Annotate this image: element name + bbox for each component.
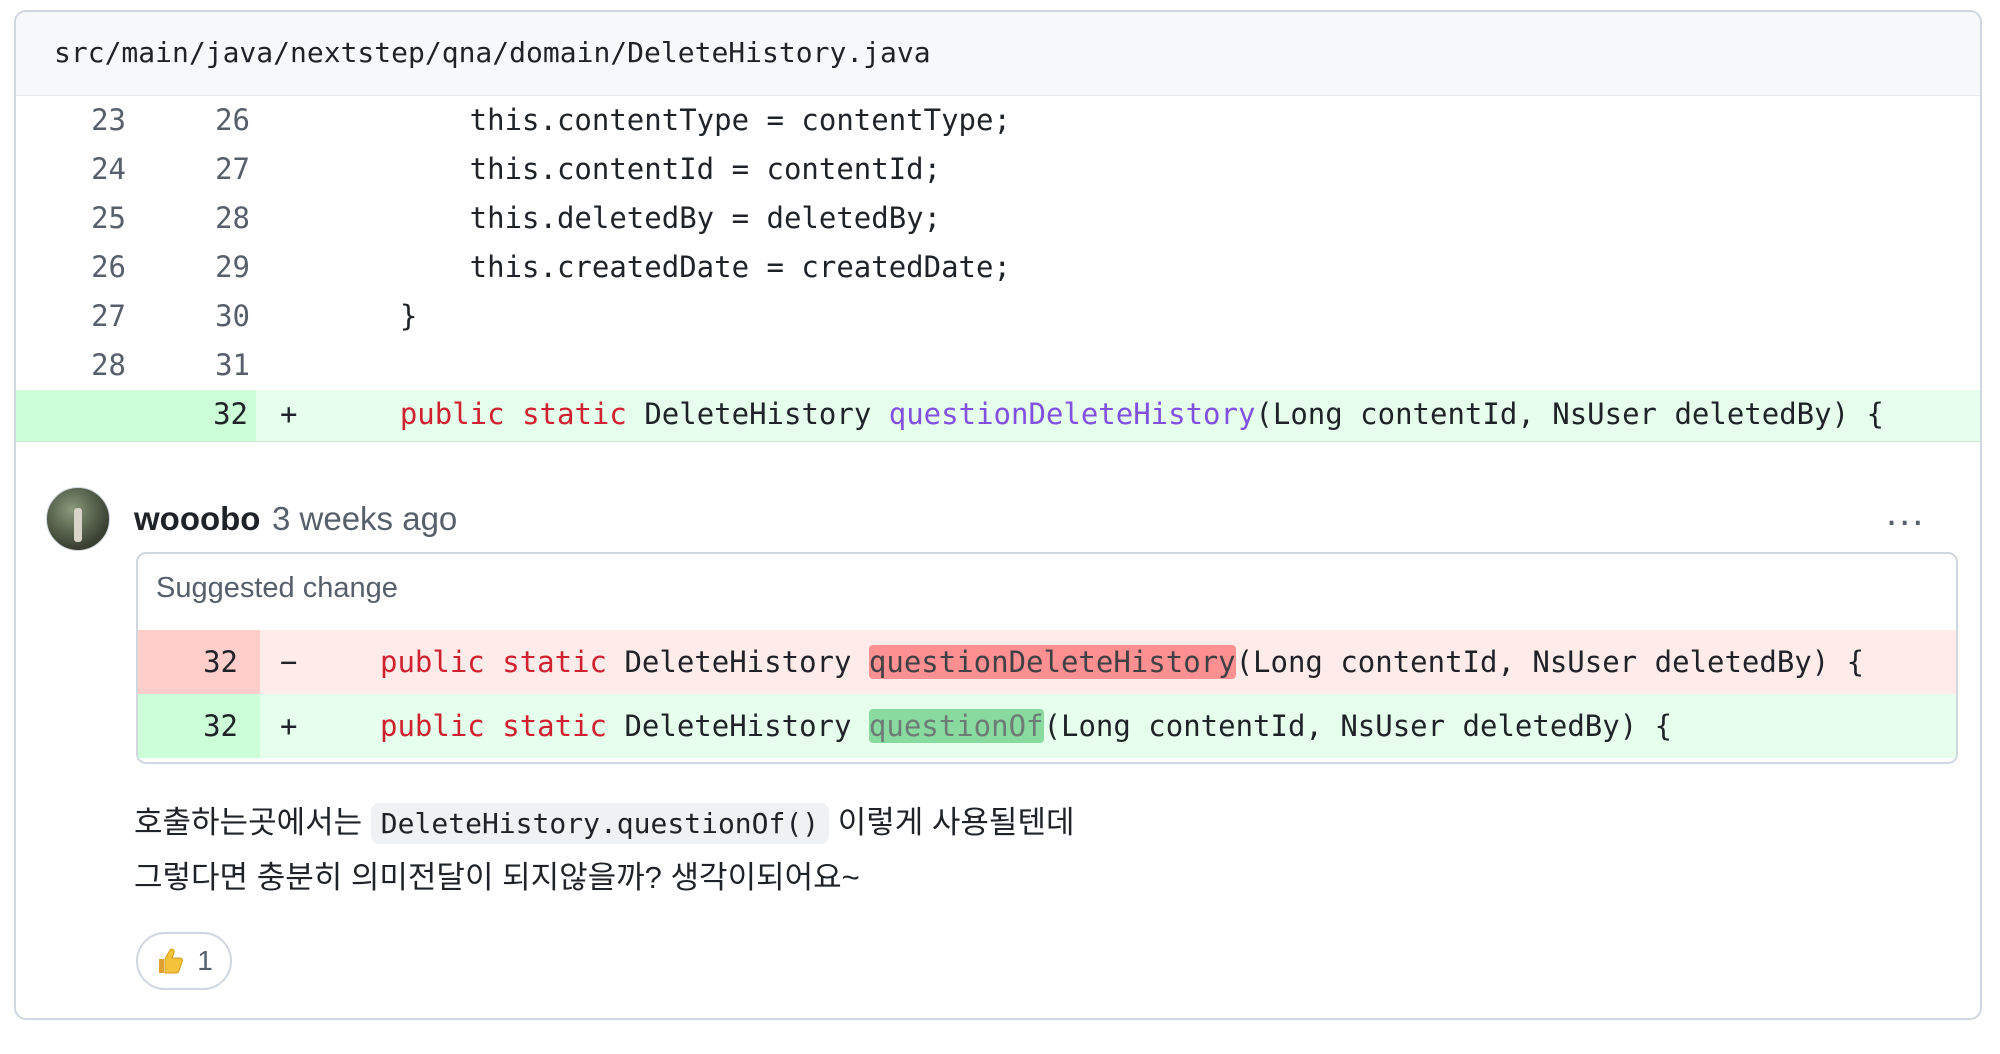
keyword: static (502, 645, 607, 679)
comment-text: 호출하는곳에서는 (134, 805, 363, 840)
diff-row: 24 27 this.contentId = contentId; (16, 145, 1980, 194)
code-line-added: public static DeleteHistory questionDele… (330, 390, 1884, 439)
code-rest: (Long contentId, NsUser deletedBy) { (1043, 709, 1673, 743)
diff-row-added: 32 + public static DeleteHistory questio… (16, 390, 1980, 442)
new-line-number[interactable]: 28 (136, 194, 250, 243)
suggestion-added-line: 32 + public static DeleteHistory questio… (138, 694, 1956, 758)
comment-line-2: 그렇다면 충분히 의미전달이 되지않을까? 생각이되어요~ (134, 860, 860, 895)
old-line-number-empty (16, 390, 136, 441)
code-line: this.contentType = contentType; (330, 103, 1011, 137)
reaction-button[interactable]: 1 (136, 932, 232, 990)
diff-row: 23 26 this.contentType = contentType; (16, 96, 1980, 145)
new-line-number[interactable]: 29 (136, 243, 250, 292)
code-line: this.contentId = contentId; (330, 152, 942, 186)
type-name: DeleteHistory (644, 397, 872, 431)
inline-code: DeleteHistory.questionOf() (370, 803, 830, 844)
old-line-number[interactable]: 27 (16, 292, 126, 341)
old-line-number[interactable]: 26 (16, 243, 126, 292)
avatar[interactable] (46, 487, 110, 551)
diff-hunk: 23 26 this.contentType = contentType; 24… (16, 96, 1980, 442)
new-line-number[interactable]: 31 (136, 341, 250, 390)
added-marker: + (280, 709, 298, 743)
review-comment-card: src/main/java/nextstep/qna/domain/Delete… (14, 10, 1982, 1020)
comment-text: 이렇게 사용될텐데 (837, 805, 1075, 840)
diff-row: 25 28 this.deletedBy = deletedBy; (16, 194, 1980, 243)
keyword: public (380, 709, 485, 743)
new-line-number[interactable]: 32 (136, 390, 256, 441)
line-number: 32 (138, 630, 260, 694)
old-line-number[interactable]: 23 (16, 96, 126, 145)
code-rest: (Long contentId, NsUser deletedBy) { (1235, 645, 1865, 679)
new-line-number[interactable]: 27 (136, 145, 250, 194)
more-options-icon[interactable]: ... (1886, 490, 1925, 535)
comment-line-1: 호출하는곳에서는 DeleteHistory.questionOf() 이렇게 … (134, 796, 1075, 851)
line-number: 32 (138, 694, 260, 758)
code-line-added: public static DeleteHistory questionOf(L… (380, 694, 1672, 758)
keyword: static (522, 397, 627, 431)
new-line-number[interactable]: 30 (136, 292, 250, 341)
type-name: DeleteHistory (624, 709, 852, 743)
code-line: this.deletedBy = deletedBy; (330, 201, 942, 235)
old-line-number[interactable]: 28 (16, 341, 126, 390)
removed-marker: − (280, 645, 298, 679)
suggestion-removed-line: 32 − public static DeleteHistory questio… (138, 630, 1956, 694)
function-name: questionDeleteHistory (888, 397, 1256, 431)
code-line: this.createdDate = createdDate; (330, 250, 1011, 284)
type-name: DeleteHistory (624, 645, 852, 679)
diff-row: 26 29 this.createdDate = createdDate; (16, 243, 1980, 292)
comment-timestamp[interactable]: 3 weeks ago (272, 500, 457, 538)
new-line-number[interactable]: 26 (136, 96, 250, 145)
keyword: public (380, 645, 485, 679)
added-highlight: questionOf (868, 709, 1044, 743)
removed-highlight: questionDeleteHistory (868, 645, 1236, 679)
file-header: src/main/java/nextstep/qna/domain/Delete… (16, 12, 1980, 96)
keyword: static (502, 709, 607, 743)
added-marker: + (280, 397, 298, 431)
code-line: } (330, 299, 418, 333)
comment-body: 호출하는곳에서는 DeleteHistory.questionOf() 이렇게 … (134, 796, 1075, 905)
diff-row: 28 31 (16, 341, 1980, 390)
old-line-number[interactable]: 25 (16, 194, 126, 243)
old-line-number[interactable]: 24 (16, 145, 126, 194)
keyword: public (399, 397, 505, 431)
reaction-count: 1 (197, 945, 213, 976)
code-rest: (Long contentId, NsUser deletedBy) { (1255, 397, 1884, 431)
comment-author[interactable]: wooobo (134, 500, 260, 538)
diff-row: 27 30 } (16, 292, 1980, 341)
thumbs-up-icon (155, 946, 185, 976)
suggested-change-title: Suggested change (156, 572, 398, 604)
file-path[interactable]: src/main/java/nextstep/qna/domain/Delete… (54, 36, 931, 69)
code-line-removed: public static DeleteHistory questionDele… (380, 630, 1864, 694)
suggested-change-box: Suggested change 32 − public static Dele… (136, 552, 1958, 764)
